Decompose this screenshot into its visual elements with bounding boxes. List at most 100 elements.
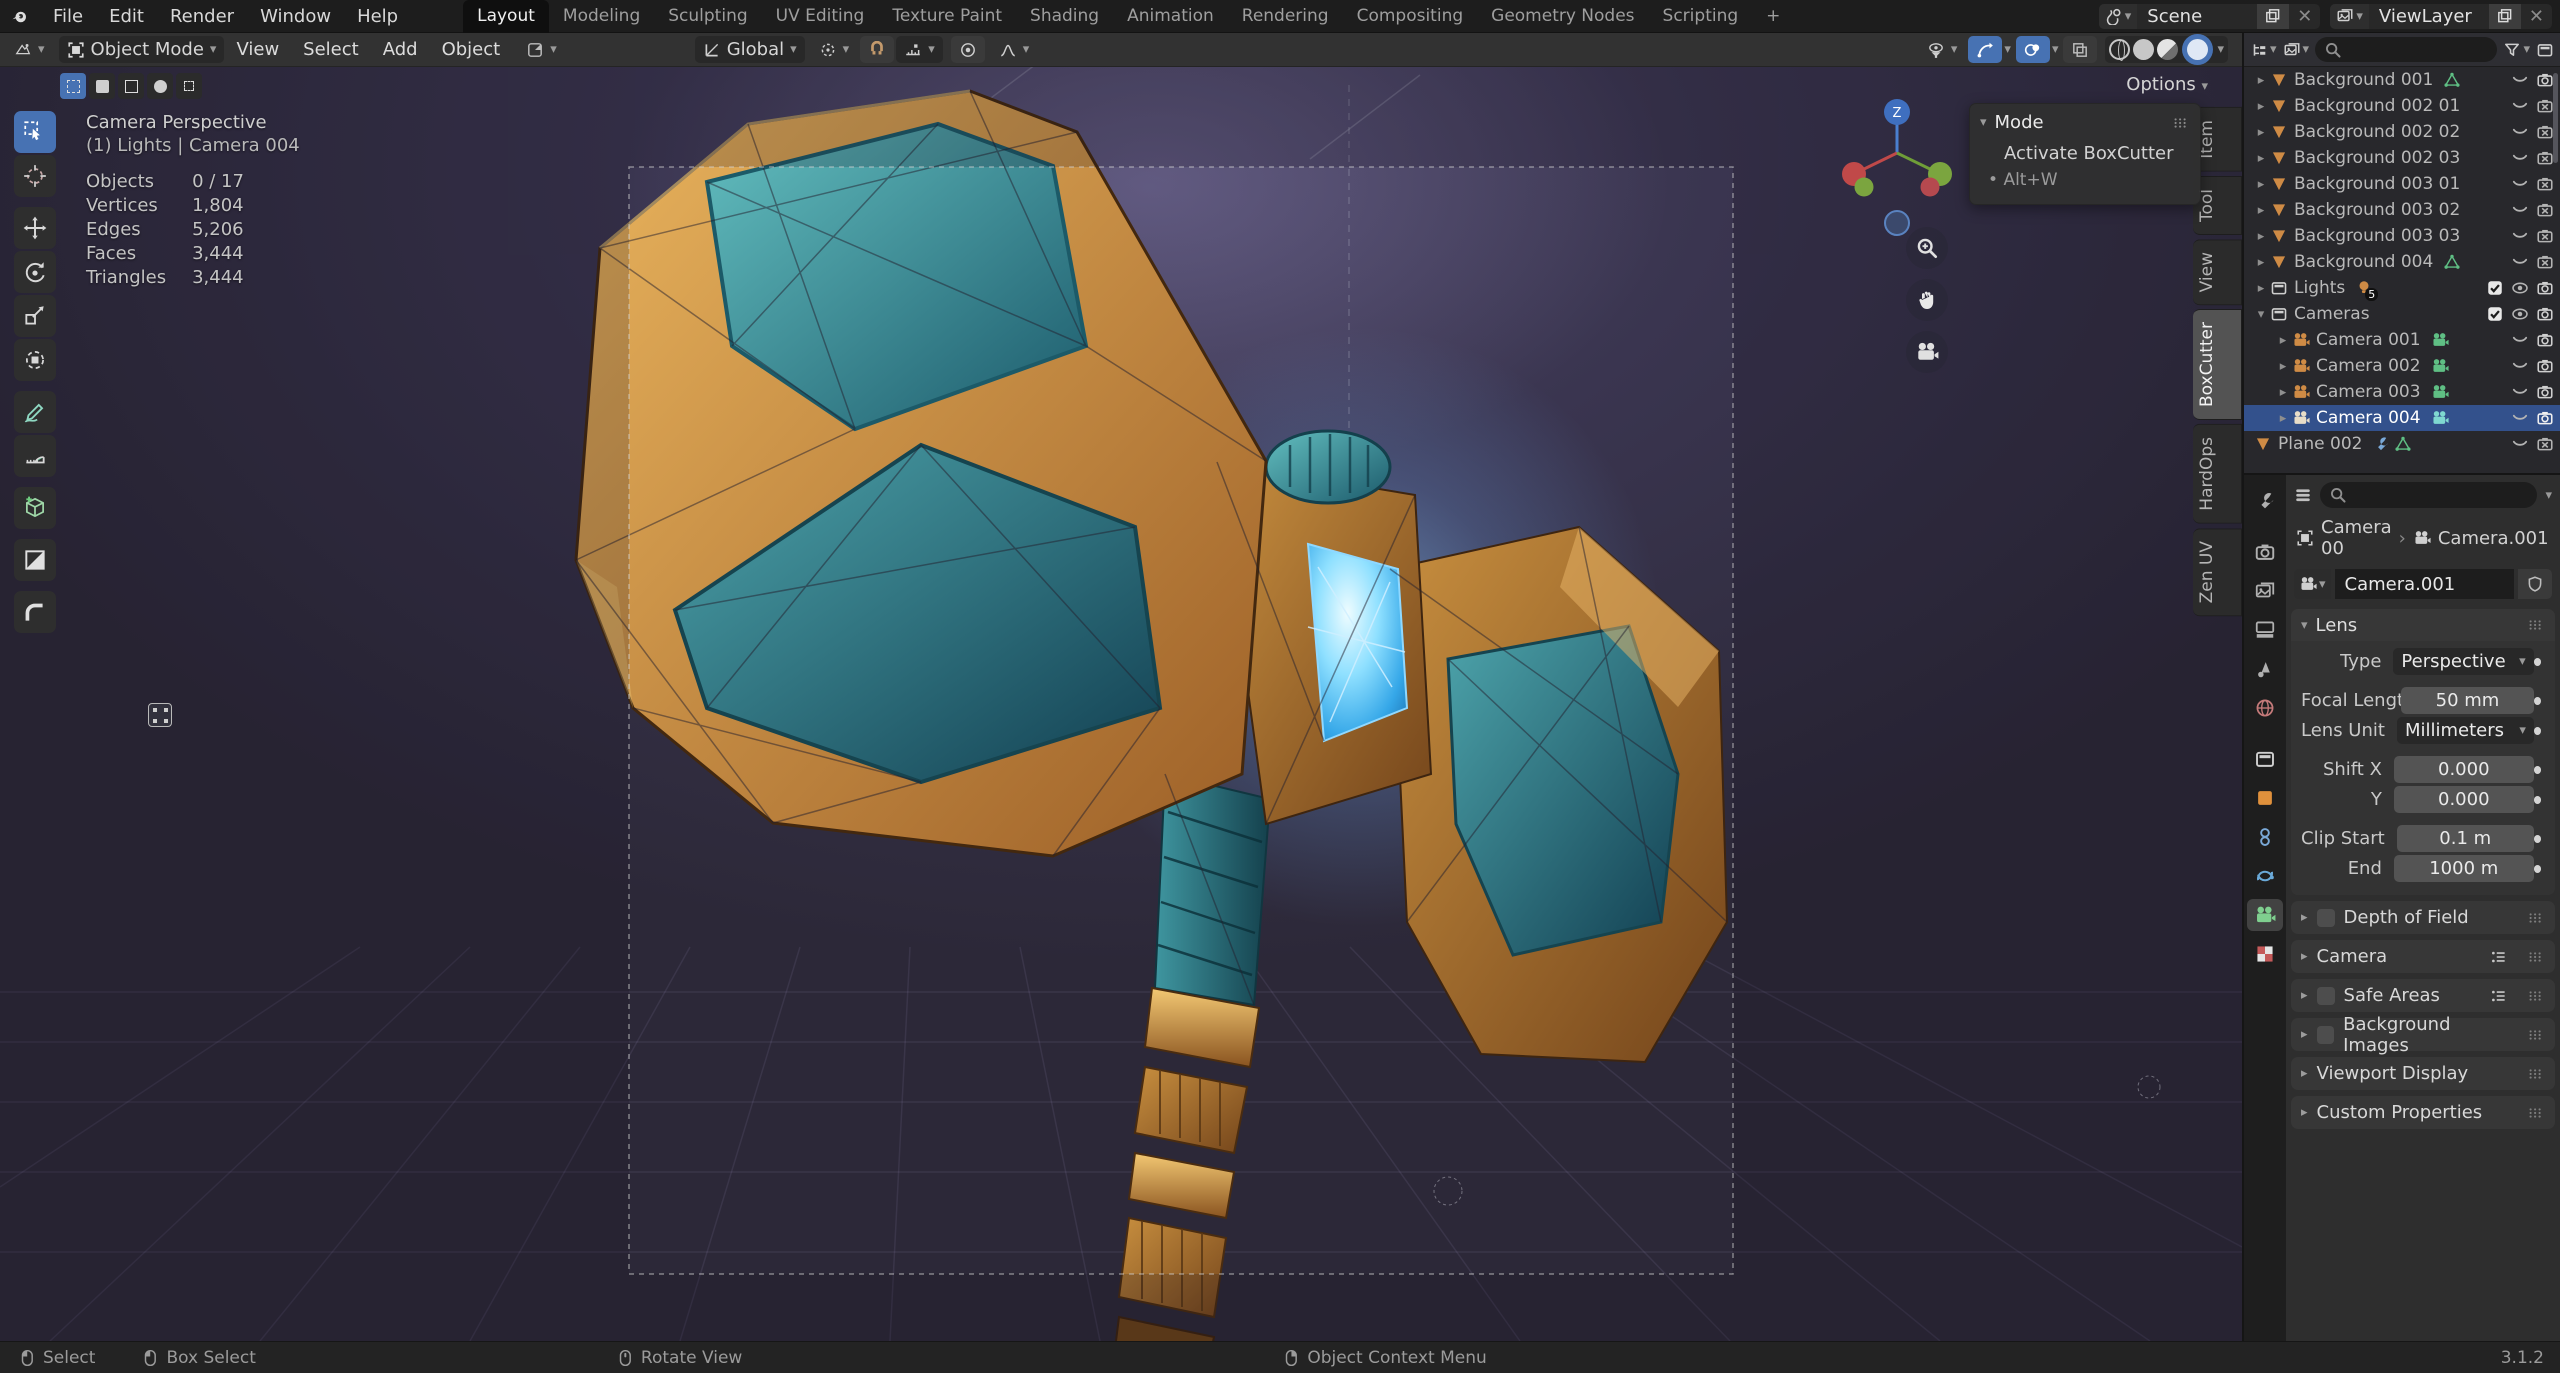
expand-arrow-icon[interactable]: ▸	[2252, 177, 2270, 192]
tool-move[interactable]	[14, 207, 56, 249]
zoom-button[interactable]	[1906, 227, 1948, 269]
presets-list-icon[interactable]	[2490, 948, 2508, 966]
mode-panel-header[interactable]: ▾ Mode	[1970, 104, 2200, 135]
shading-solid-button[interactable]	[2133, 39, 2155, 60]
expand-arrow-icon[interactable]: ▸	[2252, 203, 2270, 218]
data-name-input[interactable]: Camera.001	[2334, 569, 2514, 599]
tool-add-cube[interactable]	[14, 487, 56, 529]
outliner-row[interactable]: Plane 002	[2244, 431, 2560, 457]
breadcrumb-data[interactable]: Camera.001	[2438, 528, 2549, 549]
hide-viewport-icon[interactable]	[2511, 201, 2529, 219]
render-disabled-icon[interactable]	[2536, 123, 2554, 141]
tab-render-properties[interactable]	[2247, 536, 2283, 568]
expand-arrow-icon[interactable]: ▸	[2274, 385, 2292, 400]
outliner-row[interactable]: ▸ Background 003 02	[2244, 197, 2560, 223]
background-images-checkbox[interactable]	[2316, 1025, 2335, 1044]
tab-hardops[interactable]: HardOps	[2193, 424, 2242, 524]
options-dropdown[interactable]: Options ▾	[2126, 74, 2208, 95]
animate-dot[interactable]	[2533, 795, 2541, 804]
render-enabled-icon[interactable]	[2536, 305, 2554, 323]
outliner-display-mode-dropdown[interactable]: ▾	[2250, 41, 2277, 59]
animate-dot[interactable]	[2533, 864, 2541, 873]
view-layer-browse-button[interactable]: ▾	[2330, 3, 2369, 29]
scene-new-button[interactable]	[2257, 3, 2290, 29]
workspace-tab-texture-paint[interactable]: Texture Paint	[878, 0, 1016, 33]
tool-transform[interactable]	[14, 339, 56, 381]
transform-orientation-dropdown[interactable]: Global ▾	[694, 36, 805, 63]
show-overlays-toggle[interactable]	[2015, 36, 2050, 63]
lens-type-dropdown[interactable]: Perspective ▾	[2393, 648, 2534, 675]
properties-search-input[interactable]	[2320, 482, 2538, 508]
xray-toggle[interactable]	[2063, 36, 2098, 63]
hide-viewport-icon[interactable]	[2511, 331, 2529, 349]
hide-viewport-icon[interactable]	[2511, 383, 2529, 401]
outliner-row-collection[interactable]: ▾ Cameras	[2244, 301, 2560, 327]
viewport-display-panel[interactable]: ▸ Viewport Display	[2291, 1057, 2555, 1090]
outliner-filter-id-dropdown[interactable]: ▾	[2283, 41, 2309, 59]
animate-dot[interactable]	[2534, 696, 2541, 705]
viewport-3d[interactable]: ▾ Object Mode ▾ View Select Add Object ▾…	[0, 33, 2242, 1341]
expand-arrow-icon[interactable]: ▸	[2274, 359, 2292, 374]
outliner-row[interactable]: ▸ Camera 003	[2244, 379, 2560, 405]
workspace-tab-modeling[interactable]: Modeling	[549, 0, 654, 33]
tab-view-layer-properties[interactable]	[2247, 614, 2283, 646]
render-enabled-icon[interactable]	[2536, 279, 2554, 297]
focal-length-field[interactable]: 50 mm	[2401, 687, 2534, 714]
outliner-row[interactable]: ▸ Background 001	[2244, 67, 2560, 93]
hide-viewport-icon[interactable]	[2511, 175, 2529, 193]
hide-viewport-icon[interactable]	[2511, 123, 2529, 141]
safe-areas-checkbox[interactable]	[2316, 986, 2335, 1005]
navigation-gizmo[interactable]: Z	[1832, 95, 1962, 245]
show-gizmo-toggle[interactable]	[1968, 36, 2003, 63]
expand-arrow-icon[interactable]: ▸	[2252, 255, 2270, 270]
safe-areas-panel[interactable]: ▸ Safe Areas	[2291, 979, 2555, 1012]
render-disabled-icon[interactable]	[2536, 97, 2554, 115]
tab-scene-properties[interactable]	[2247, 653, 2283, 685]
outliner-scrollbar[interactable]	[2553, 73, 2558, 163]
tool-hardops[interactable]	[14, 591, 56, 633]
clip-start-field[interactable]: 0.1 m	[2396, 825, 2534, 852]
hide-viewport-icon[interactable]	[2511, 253, 2529, 271]
render-disabled-icon[interactable]	[2536, 435, 2554, 453]
outliner-row[interactable]: ▸ Background 003 01	[2244, 171, 2560, 197]
tab-output-properties[interactable]	[2247, 575, 2283, 607]
menu-select[interactable]: Select	[291, 39, 371, 60]
pan-button[interactable]	[1906, 279, 1948, 321]
tab-physics-properties[interactable]	[2247, 860, 2283, 892]
overlays-dropdown[interactable]: ▾	[2052, 42, 2059, 57]
outliner-search-input[interactable]	[2315, 37, 2498, 62]
scene-name[interactable]: Scene	[2137, 6, 2257, 27]
properties-editor-icon[interactable]	[2294, 486, 2312, 504]
render-enabled-icon[interactable]	[2536, 357, 2554, 375]
outliner-row-collection[interactable]: ▸ Lights 5	[2244, 275, 2560, 301]
expand-arrow-icon[interactable]: ▸	[2274, 333, 2292, 348]
scene-browse-button[interactable]: ▾	[2098, 3, 2138, 29]
render-disabled-icon[interactable]	[2536, 227, 2554, 245]
tab-constraints-properties[interactable]	[2247, 821, 2283, 853]
select-mode-intersect-button[interactable]	[176, 73, 202, 99]
tool-select-box[interactable]	[14, 111, 56, 153]
tab-boxcutter[interactable]: BoxCutter	[2193, 309, 2242, 421]
outliner-row-selected[interactable]: ▸ Camera 004	[2244, 405, 2560, 431]
proportional-editing-toggle[interactable]	[950, 36, 985, 63]
tool-scale[interactable]	[14, 295, 56, 337]
snap-target-dropdown[interactable]: ▾	[896, 36, 943, 63]
pivot-point-dropdown[interactable]: ▾	[811, 36, 858, 63]
tool-cursor[interactable]	[14, 155, 56, 197]
shading-dropdown[interactable]: ▾	[2217, 42, 2224, 57]
shading-rendered-button[interactable]	[2187, 39, 2209, 60]
outliner-filter-dropdown[interactable]: ▾	[2503, 41, 2530, 59]
camera-panel[interactable]: ▸ Camera	[2291, 940, 2555, 973]
mode-dropdown[interactable]: Object Mode ▾	[58, 36, 225, 63]
scene-unlink-button[interactable]: ✕	[2289, 6, 2320, 27]
tab-tool-properties[interactable]	[2247, 485, 2283, 517]
view-layer-remove-button[interactable]: ✕	[2521, 6, 2552, 27]
shading-material-button[interactable]	[2157, 39, 2179, 60]
tab-view[interactable]: View	[2193, 238, 2242, 306]
viewport-canvas[interactable]: Options ▾ Camera Perspective (1) Lights …	[0, 67, 2242, 1341]
custom-properties-panel[interactable]: ▸ Custom Properties	[2291, 1096, 2555, 1129]
workspace-tab-sculpting[interactable]: Sculpting	[654, 0, 761, 33]
tab-zen-uv[interactable]: Zen UV	[2193, 527, 2242, 617]
expand-arrow-icon[interactable]: ▸	[2252, 73, 2270, 88]
menu-object[interactable]: Object	[430, 39, 513, 60]
